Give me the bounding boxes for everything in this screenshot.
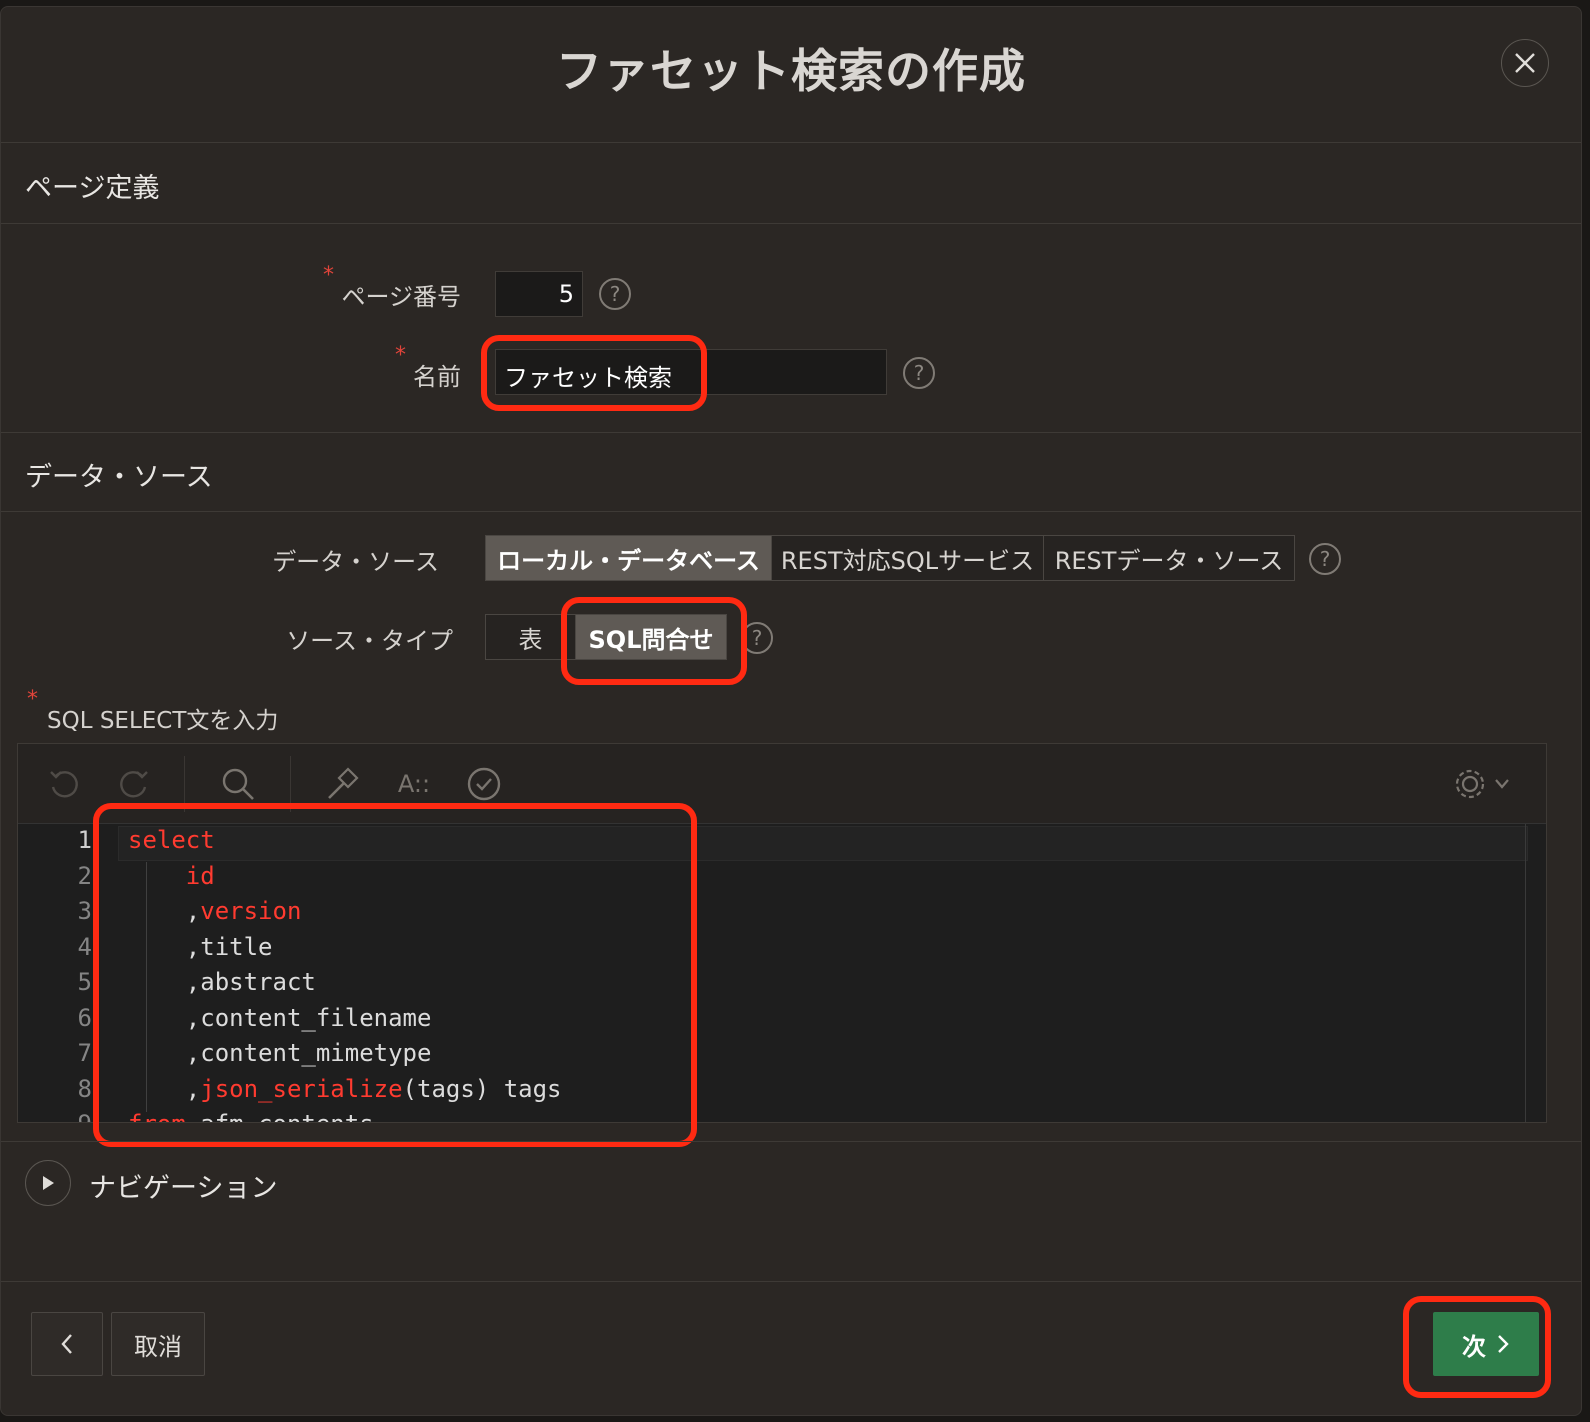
line-number: 5 — [77, 968, 92, 996]
line-number: 6 — [77, 1004, 92, 1032]
text-format-icon[interactable]: A:: — [394, 764, 434, 804]
chevron-left-icon — [61, 1334, 72, 1354]
option-rest-sql-service[interactable]: REST対応SQLサービス — [772, 536, 1044, 580]
help-icon[interactable]: ? — [903, 357, 935, 389]
page-number-input[interactable]: 5 — [495, 271, 583, 317]
line-number: 9 — [18, 1110, 98, 1122]
option-local-database[interactable]: ローカル・データベース — [486, 536, 772, 580]
line-gutter: 1 2 3 4 5 6 7 8 9 — [18, 824, 98, 1122]
name-label: 名前 — [413, 363, 461, 391]
gear-icon[interactable] — [1450, 764, 1520, 804]
help-icon[interactable]: ? — [1309, 543, 1341, 575]
navigation-section: ナビゲーション — [1, 1141, 1581, 1281]
line-number: 4 — [77, 933, 92, 961]
undo-icon[interactable] — [44, 764, 84, 804]
check-circle-icon[interactable] — [464, 764, 504, 804]
highlight-box — [93, 803, 697, 1147]
dialog-footer: 取消 次 — [1, 1281, 1581, 1415]
option-rest-data-source[interactable]: RESTデータ・ソース — [1044, 536, 1294, 580]
page-number-label: ページ番号 — [341, 283, 461, 311]
create-faceted-search-dialog: ファセット検索の作成 ページ定義 * ページ番号 5 ? * 名前 ファセット検… — [0, 6, 1582, 1416]
source-type-label: ソース・タイプ — [286, 627, 453, 655]
required-marker: * — [27, 687, 38, 712]
line-number: 2 — [77, 862, 92, 890]
page-definition-heading: ページ定義 — [1, 144, 1581, 224]
dialog-title: ファセット検索の作成 — [556, 44, 1026, 98]
cancel-button[interactable]: 取消 — [111, 1312, 205, 1376]
editor-scrollbar[interactable] — [1525, 824, 1526, 1122]
search-icon[interactable] — [218, 764, 258, 804]
highlight-box — [481, 335, 707, 411]
redo-icon[interactable] — [114, 764, 154, 804]
hammer-icon[interactable] — [322, 764, 362, 804]
line-number: 7 — [77, 1039, 92, 1067]
play-right-icon — [43, 1176, 54, 1190]
highlight-box — [1403, 1296, 1551, 1398]
help-icon[interactable]: ? — [599, 278, 631, 310]
navigation-toggle[interactable] — [25, 1160, 71, 1206]
dialog-header: ファセット検索の作成 — [1, 7, 1581, 143]
line-number: 8 — [77, 1075, 92, 1103]
data-source-heading: データ・ソース — [1, 432, 1581, 512]
close-icon — [1515, 53, 1535, 73]
close-button[interactable] — [1501, 39, 1549, 87]
highlight-box — [561, 597, 747, 685]
data-source-label: データ・ソース — [272, 548, 439, 576]
back-button[interactable] — [31, 1312, 103, 1376]
line-number: 3 — [77, 897, 92, 925]
sql-input-label: SQL SELECT文を入力 — [47, 708, 279, 734]
navigation-label[interactable]: ナビゲーション — [89, 1166, 277, 1205]
line-number: 1 — [77, 826, 92, 854]
data-source-selector: ローカル・データベース REST対応SQLサービス RESTデータ・ソース — [485, 535, 1295, 581]
